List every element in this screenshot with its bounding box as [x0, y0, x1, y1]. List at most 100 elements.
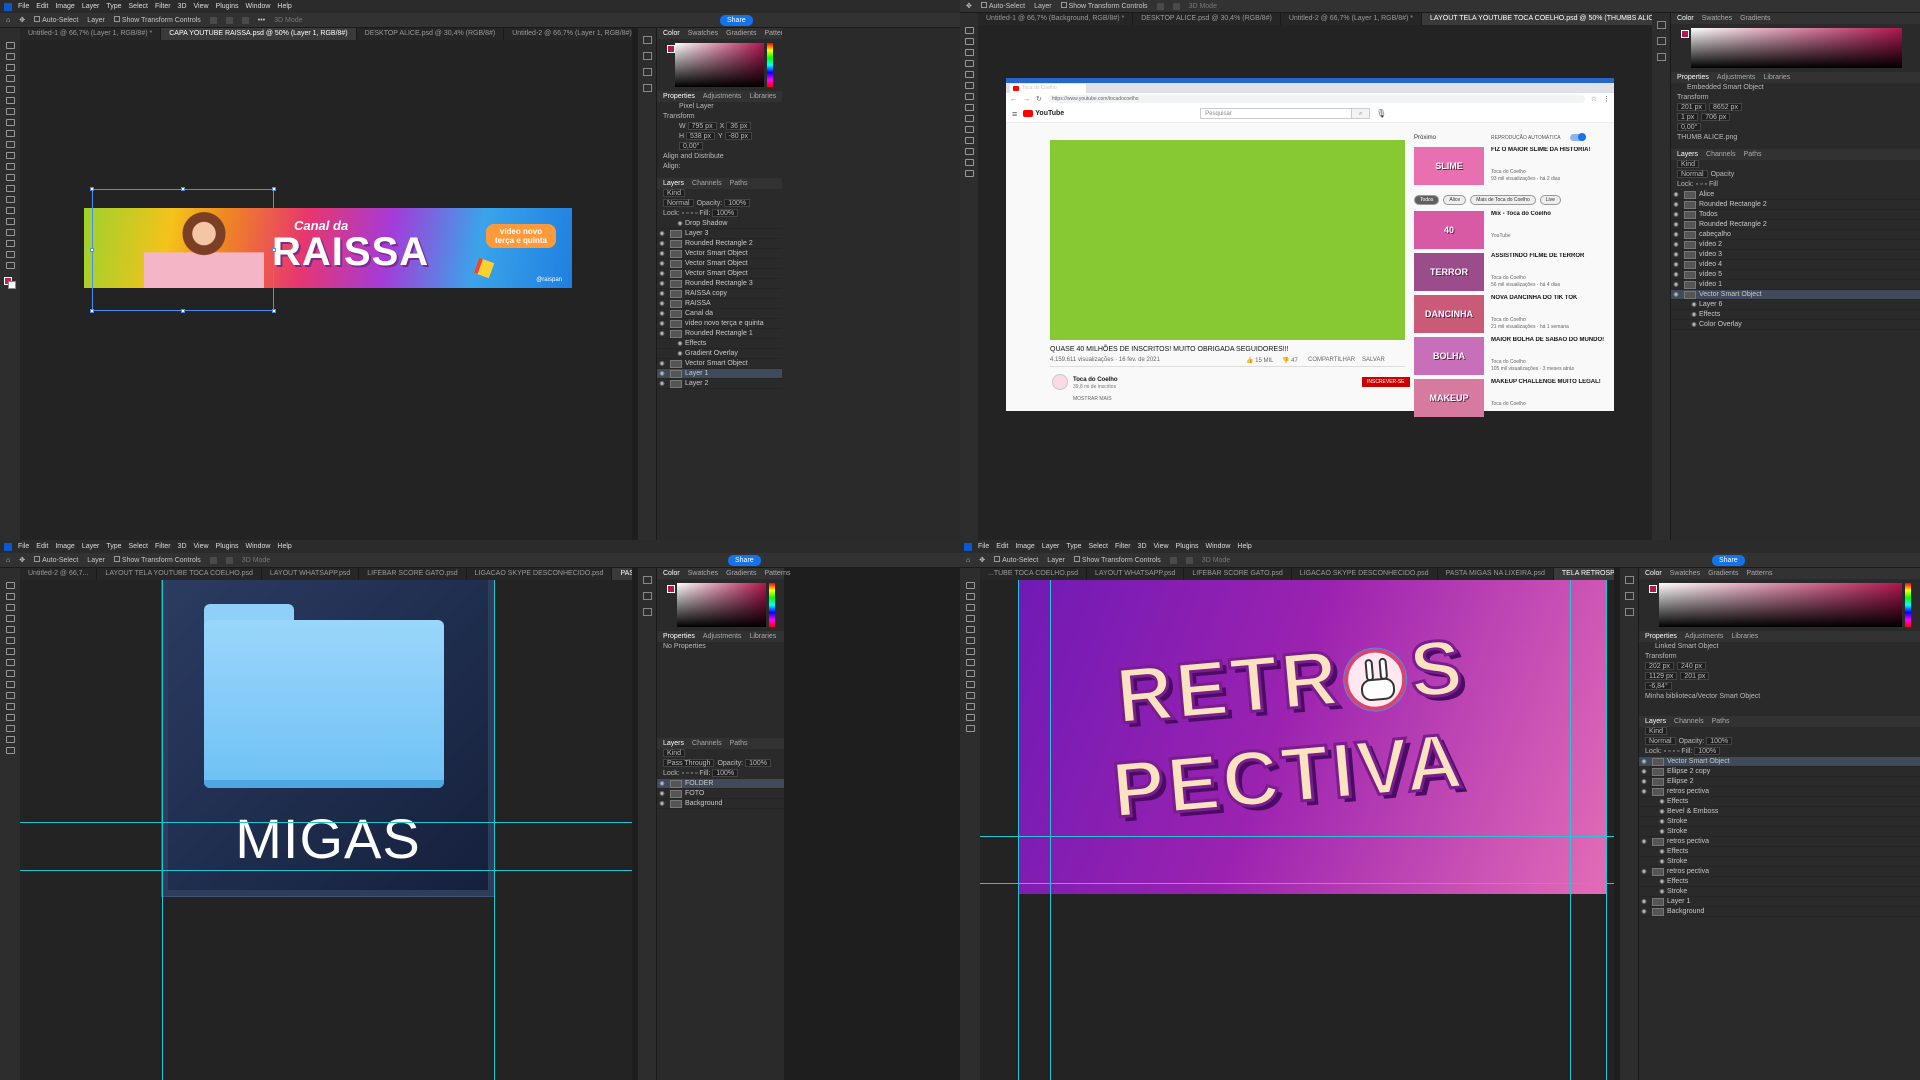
stamp-icon[interactable]	[5, 141, 15, 148]
brush-settings-icon[interactable]	[1624, 592, 1634, 600]
layer-row[interactable]: ◉ Rounded Rectangle 1	[657, 329, 782, 339]
crop-icon[interactable]	[965, 615, 975, 622]
visibility-eye-icon[interactable]: ◉	[1657, 797, 1667, 806]
width-field[interactable]: 795 px	[687, 122, 717, 130]
angle-field[interactable]: 0,00°	[1677, 123, 1702, 131]
tab-gradients[interactable]: Gradients	[1708, 568, 1738, 579]
visibility-eye-icon[interactable]: ◉	[657, 359, 667, 368]
bookmark-star-icon[interactable]: ☆	[1591, 95, 1597, 103]
layer-row[interactable]: ◉ Color Overlay	[1671, 320, 1920, 330]
menu-plugins[interactable]: Plugins	[1176, 543, 1199, 550]
rec-thumbnail[interactable]: TERROR	[1414, 253, 1484, 291]
filter-chip[interactable]: Live	[1539, 195, 1561, 205]
guide-line[interactable]	[20, 870, 632, 871]
back-icon[interactable]: ←	[1010, 96, 1017, 103]
guide-line[interactable]	[1018, 580, 1019, 1080]
visibility-eye-icon[interactable]: ◉	[1671, 240, 1681, 249]
tab-untitled-1[interactable]: Untitled-1 @ 66,7% (Background, RGB/8#) …	[978, 13, 1134, 25]
tab-paths[interactable]: Paths	[1712, 716, 1730, 727]
menu-file[interactable]: File	[18, 3, 29, 10]
menu-layer[interactable]: Layer	[82, 3, 100, 10]
tab-lifebar[interactable]: LIFEBAR SCORE GATO.psd	[1184, 568, 1292, 580]
visibility-eye-icon[interactable]: ◉	[1639, 787, 1649, 796]
guide-line[interactable]	[20, 822, 632, 823]
y-field[interactable]: -80 px	[724, 132, 753, 140]
marquee-icon[interactable]	[965, 593, 975, 600]
visibility-eye-icon[interactable]: ◉	[657, 279, 667, 288]
transform-controls-checkbox[interactable]: Show Transform Controls	[1073, 556, 1161, 564]
bunny-ellipse-icon[interactable]	[1341, 646, 1410, 714]
shape-icon[interactable]	[964, 148, 974, 155]
tab-swatches[interactable]: Swatches	[688, 568, 718, 579]
tab-layout-youtube[interactable]: ...TUBE TOCA COELHO.psd	[980, 568, 1087, 580]
transform-controls-checkbox[interactable]: Show Transform Controls	[113, 556, 201, 564]
adjust-icon[interactable]	[1624, 608, 1634, 616]
transform-handle[interactable]	[90, 309, 94, 313]
blend-mode[interactable]: Normal	[1677, 170, 1708, 178]
guide-line[interactable]	[162, 580, 163, 1080]
marquee-icon[interactable]	[964, 38, 974, 45]
tab-untitled-1[interactable]: Untitled-1 @ 66,7% (Layer 1, RGB/8#) *	[20, 28, 162, 40]
menu-type[interactable]: Type	[1066, 543, 1081, 550]
tab-adjustments[interactable]: Adjustments	[703, 91, 742, 102]
tab-paths[interactable]: Paths	[730, 178, 748, 189]
history-icon[interactable]	[1624, 576, 1634, 584]
visibility-eye-icon[interactable]: ◉	[675, 349, 685, 358]
history-icon[interactable]	[642, 576, 652, 584]
color-swatches[interactable]	[4, 277, 16, 289]
tab-color[interactable]: Color	[1677, 13, 1694, 24]
fg-bg-swatch[interactable]	[667, 45, 675, 53]
align-left-icon[interactable]	[209, 16, 217, 24]
layer-row[interactable]: ◉ Effects	[1639, 847, 1920, 857]
zoom-icon[interactable]	[5, 747, 15, 754]
share-button[interactable]: Share	[720, 15, 753, 26]
menu-3d[interactable]: 3D	[178, 3, 187, 10]
tab-layout-youtube[interactable]: LAYOUT TELA YOUTUBE TOCA COELHO.psd	[97, 568, 262, 580]
tab-skype[interactable]: LIGACAO SKYPE DESCONHECIDO.psd	[467, 568, 613, 580]
rec-title[interactable]: MAIOR BOLHA DE SABÃO DO MUNDO!	[1491, 337, 1609, 343]
layer-row[interactable]: ◉ Effects	[1639, 877, 1920, 887]
hand-icon[interactable]	[965, 714, 975, 721]
color-picker-field[interactable]	[677, 583, 775, 627]
color-picker-field[interactable]	[675, 43, 773, 87]
mic-icon[interactable]: 🎙	[1376, 109, 1386, 118]
channel-name[interactable]: Toca do Coelho	[1073, 377, 1118, 383]
hand-icon[interactable]	[964, 159, 974, 166]
save-video-button[interactable]: SALVAR	[1362, 357, 1385, 363]
home-icon[interactable]: ⌂	[966, 557, 970, 564]
auto-select-checkbox[interactable]: Auto-Select	[994, 556, 1038, 564]
dodge-icon[interactable]	[5, 196, 15, 203]
layer-row[interactable]: ◉ Ellipse 2 copy	[1639, 767, 1920, 777]
layer-row[interactable]: ◉ vídeo 1	[1671, 280, 1920, 290]
eyedropper-icon[interactable]	[965, 626, 975, 633]
brush-icon[interactable]	[5, 130, 15, 137]
menu-image[interactable]: Image	[55, 3, 74, 10]
auto-select-checkbox[interactable]: Auto-Select	[34, 16, 78, 24]
move-tool-icon[interactable]: ✥	[966, 2, 972, 10]
rec-thumbnail[interactable]: DANCINHA	[1414, 295, 1484, 333]
crop-icon[interactable]	[5, 86, 15, 93]
visibility-eye-icon[interactable]: ◉	[657, 269, 667, 278]
tab-color[interactable]: Color	[1645, 568, 1662, 579]
layer-row[interactable]: ◉ Layer 1	[657, 369, 782, 379]
gradient-icon[interactable]	[5, 174, 15, 181]
hand-icon[interactable]	[5, 736, 15, 743]
canvas-area[interactable]: Canal da RAISSA vídeo novo terça e quint…	[20, 40, 632, 540]
zoom-icon[interactable]	[5, 262, 15, 269]
menu-image[interactable]: Image	[55, 543, 74, 550]
tab-layout-whatsapp[interactable]: LAYOUT WHATSAPP.psd	[262, 568, 360, 580]
transform-controls-checkbox[interactable]: Show Transform Controls	[113, 16, 201, 24]
layer-row[interactable]: ◉ Effects	[1671, 310, 1920, 320]
menu-file[interactable]: File	[18, 543, 29, 550]
guide-line[interactable]	[1606, 580, 1607, 1080]
auto-select-checkbox[interactable]: Auto-Select	[980, 2, 1025, 10]
transform-handle[interactable]	[181, 309, 185, 313]
visibility-eye-icon[interactable]: ◉	[657, 799, 667, 808]
move-icon[interactable]	[5, 42, 15, 49]
layer-row[interactable]: ◉ Background	[657, 799, 784, 809]
height-field[interactable]: 240 px	[1677, 662, 1707, 670]
guide-line[interactable]	[494, 580, 495, 1080]
visibility-eye-icon[interactable]: ◉	[657, 329, 667, 338]
rec-thumbnail[interactable]: BOLHA	[1414, 337, 1484, 375]
align-left-icon[interactable]	[1169, 556, 1177, 564]
